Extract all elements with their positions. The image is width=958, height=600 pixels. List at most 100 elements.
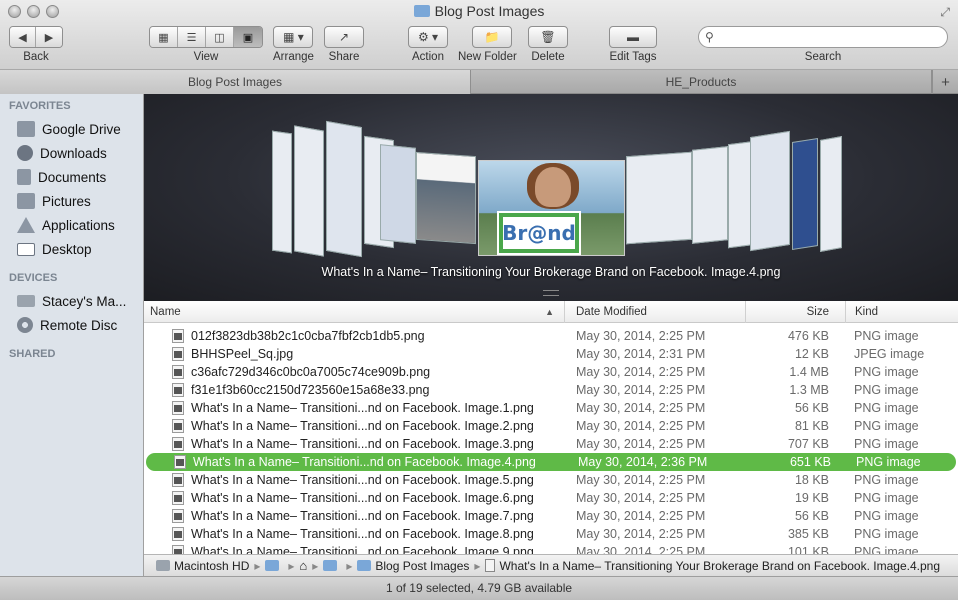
file-row[interactable]: c36afc729d346c0bc0a7005c74ce909b.png May …: [144, 363, 958, 381]
resize-grip[interactable]: [543, 290, 559, 296]
file-row[interactable]: What's In a Name– Transitioni...nd on Fa…: [144, 489, 958, 507]
sidebar-item-pictures[interactable]: Pictures: [0, 189, 143, 213]
coverflow-view-button[interactable]: ▣: [234, 27, 262, 47]
fullscreen-icon[interactable]: ⤢: [940, 5, 950, 20]
arrange-group: ▦ ▾ Arrange: [273, 26, 314, 63]
back-label: Back: [23, 51, 49, 63]
sidebar-item-google-drive[interactable]: Google Drive: [0, 117, 143, 141]
path-item-blog-post-images[interactable]: Blog Post Images: [375, 559, 469, 573]
sidebar-item-remote-disc[interactable]: Remote Disc: [0, 313, 143, 337]
folder-icon: [413, 5, 430, 17]
cover-thumbnail[interactable]: [326, 120, 362, 258]
folder-icon[interactable]: [323, 560, 338, 571]
image-file-icon: [174, 455, 186, 469]
path-item-selected-file[interactable]: What's In a Name– Transitioning Your Bro…: [499, 559, 940, 573]
file-row[interactable]: What's In a Name– Transitioni...nd on Fa…: [144, 525, 958, 543]
file-size: 101 KB: [787, 545, 829, 554]
status-text: 1 of 19 selected, 4.79 GB available: [385, 581, 573, 595]
file-row[interactable]: What's In a Name– Transitioni...nd on Fa…: [144, 399, 958, 417]
edit-tags-button[interactable]: ▬: [609, 26, 657, 48]
file-name: What's In a Name– Transitioni...nd on Fa…: [191, 437, 534, 451]
column-header-name[interactable]: Name ▲: [150, 301, 560, 323]
sidebar-item-downloads[interactable]: Downloads: [0, 141, 143, 165]
file-kind: PNG image: [854, 491, 919, 505]
sidebar-item-desktop[interactable]: Desktop: [0, 237, 143, 261]
file-row[interactable]: 012f3823db38b2c1c0cba7fbf2cb1db5.png May …: [144, 327, 958, 345]
icon-view-button[interactable]: ▦: [150, 27, 178, 47]
image-file-icon: [172, 365, 184, 379]
file-name: What's In a Name– Transitioni...nd on Fa…: [191, 545, 534, 554]
file-row[interactable]: BHHSPeel_Sq.jpg May 30, 2014, 2:31 PM 12 K…: [144, 345, 958, 363]
applications-icon: [17, 217, 35, 233]
list-header: Name ▲ Date Modified Size Kind: [144, 301, 958, 323]
file-name: What's In a Name– Transitioni...nd on Fa…: [191, 473, 534, 487]
list-view-button[interactable]: ☰: [178, 27, 206, 47]
column-header-size[interactable]: Size: [745, 301, 845, 323]
file-date: May 30, 2014, 2:25 PM: [576, 545, 706, 554]
file-row[interactable]: What's In a Name– Transitioni...nd on Fa…: [144, 471, 958, 489]
file-kind: PNG image: [854, 401, 919, 415]
column-header-kind[interactable]: Kind: [845, 301, 958, 323]
sidebar: FAVORITES Google Drive Downloads Documen…: [0, 94, 144, 576]
image-file-icon: [172, 329, 184, 343]
image-file-icon: [172, 491, 184, 505]
arrange-button[interactable]: ▦ ▾: [273, 26, 314, 48]
file-size: 1.4 MB: [789, 365, 829, 379]
forward-button[interactable]: ▶: [36, 27, 62, 47]
cover-flow-caption: What's In a Name– Transitioning Your Bro…: [321, 265, 781, 279]
cover-thumbnail[interactable]: [792, 137, 818, 251]
image-file-icon: [172, 437, 184, 451]
file-row[interactable]: f31e1f3b60cc2150d723560e15a68e33.png May …: [144, 381, 958, 399]
file-row[interactable]: What's In a Name– Transitioni...nd on Fa…: [146, 453, 956, 471]
cover-thumbnail[interactable]: [416, 151, 476, 245]
home-icon[interactable]: ⌂: [299, 558, 307, 573]
file-size: 385 KB: [787, 527, 829, 541]
cover-thumbnail[interactable]: [750, 130, 790, 252]
cover-thumbnail[interactable]: [626, 151, 692, 245]
view-group: ▦ ☰ ◫ ▣ View: [149, 26, 263, 63]
search-field[interactable]: ⚲: [698, 26, 948, 48]
tab-blog-post-images[interactable]: Blog Post Images: [0, 70, 471, 94]
file-row[interactable]: What's In a Name– Transitioni...nd on Fa…: [144, 417, 958, 435]
google-drive-icon: [17, 121, 35, 137]
search-icon: ⚲: [705, 30, 714, 44]
downloads-icon: [17, 145, 33, 161]
folder-icon[interactable]: [265, 560, 280, 571]
column-header-date[interactable]: Date Modified: [564, 301, 745, 323]
cover-thumbnail[interactable]: [692, 146, 728, 244]
cover-flow[interactable]: Br@nd What's In a Name– Transitioning Yo…: [144, 94, 958, 301]
file-row[interactable]: What's In a Name– Transitioni...nd on Fa…: [144, 507, 958, 525]
file-size: 81 KB: [794, 419, 829, 433]
tab-he-products[interactable]: HE_Products: [471, 70, 932, 94]
cover-thumbnail[interactable]: [294, 125, 324, 257]
new-folder-button[interactable]: 📁: [472, 26, 513, 48]
image-file-icon: [172, 401, 184, 415]
file-size: 12 KB: [794, 347, 829, 361]
path-item-macintosh-hd[interactable]: Macintosh HD: [174, 559, 249, 573]
sidebar-item-applications[interactable]: Applications: [0, 213, 143, 237]
share-button[interactable]: ↗: [324, 26, 364, 48]
favorites-heading: FAVORITES: [9, 100, 71, 112]
delete-label: Delete: [531, 51, 565, 63]
hard-disk-icon: [156, 560, 170, 571]
cover-thumbnail[interactable]: [820, 136, 842, 252]
file-size: 19 KB: [794, 491, 829, 505]
delete-button[interactable]: 🗑: [528, 26, 568, 48]
file-row[interactable]: What's In a Name– Transitioni...nd on Fa…: [144, 543, 958, 554]
sidebar-item-documents[interactable]: Documents: [0, 165, 143, 189]
cover-thumbnail[interactable]: [272, 130, 292, 254]
new-tab-button[interactable]: +: [932, 70, 958, 94]
file-row[interactable]: What's In a Name– Transitioni...nd on Fa…: [144, 435, 958, 453]
cover-center-image[interactable]: Br@nd: [478, 160, 625, 256]
file-size: 18 KB: [794, 473, 829, 487]
column-view-button[interactable]: ◫: [206, 27, 234, 47]
file-size: 56 KB: [794, 509, 829, 523]
action-button[interactable]: ⚙ ▾: [408, 26, 448, 48]
cover-thumbnail[interactable]: [380, 144, 416, 244]
folder-icon: [357, 560, 372, 571]
sidebar-item-laptop[interactable]: Stacey's Ma...: [0, 289, 143, 313]
image-file-icon: [172, 383, 184, 397]
arrange-label: Arrange: [273, 51, 314, 63]
action-group: ⚙ ▾ Action: [408, 26, 448, 63]
back-button[interactable]: ◀: [10, 27, 36, 47]
